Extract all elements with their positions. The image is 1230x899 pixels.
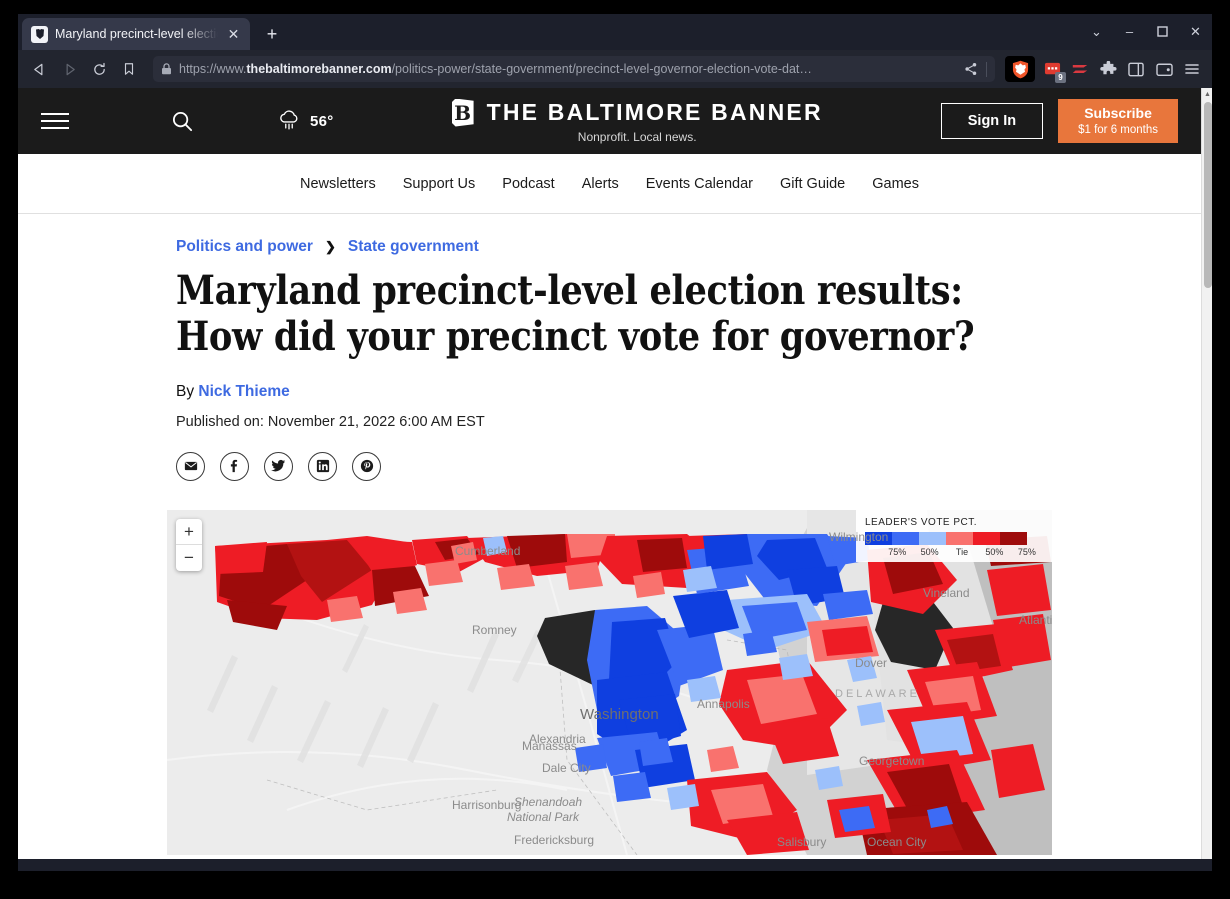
legend-title: LEADER'S VOTE PCT. bbox=[865, 516, 978, 528]
nav-link-newsletters[interactable]: Newsletters bbox=[300, 176, 376, 192]
legend-label-3: 50% bbox=[985, 546, 1004, 557]
subscribe-sublabel: $1 for 6 months bbox=[1078, 123, 1158, 136]
map-zoom-in-button[interactable]: + bbox=[176, 519, 202, 545]
brave-shields-icon[interactable] bbox=[1005, 56, 1035, 82]
facebook-share-icon[interactable] bbox=[220, 451, 249, 481]
email-share-icon[interactable] bbox=[176, 451, 205, 481]
share-row bbox=[176, 451, 1052, 481]
page-viewport: 56° B THE BALTIMORE BANNER Nonprofit. Lo… bbox=[18, 88, 1212, 871]
nav-link-games[interactable]: Games bbox=[872, 176, 919, 192]
back-icon[interactable] bbox=[25, 55, 53, 83]
banner-logo-icon: B bbox=[451, 98, 474, 127]
legend-swatch-2 bbox=[919, 531, 946, 545]
breadcrumb: Politics and power ❯ State government bbox=[176, 238, 1052, 256]
legend-tick-labels: 75% 50% Tie 50% 75% bbox=[865, 547, 1043, 557]
legend-swatch-3 bbox=[946, 531, 973, 545]
map-zoom-controls: + − bbox=[176, 518, 202, 571]
minimize-icon[interactable]: – bbox=[1113, 14, 1146, 48]
legend-label-2: Tie bbox=[955, 546, 969, 557]
site-title: THE BALTIMORE BANNER bbox=[486, 99, 823, 125]
adblock-extension-icon[interactable]: 9 bbox=[1039, 56, 1066, 83]
tab-search-icon[interactable]: ⌄ bbox=[1080, 14, 1113, 48]
browser-menu-icon[interactable] bbox=[1179, 56, 1205, 82]
precinct-results-map[interactable]: + − LEADER'S VOTE PCT. 75% 50% Tie 50% 7… bbox=[167, 509, 1052, 855]
legend-label-4: 75% bbox=[1017, 546, 1036, 557]
bookmark-icon[interactable] bbox=[115, 55, 143, 83]
legend-swatch-4 bbox=[973, 531, 1000, 545]
nav-link-support-us[interactable]: Support Us bbox=[403, 176, 476, 192]
byline: By Nick Thieme bbox=[176, 383, 1052, 401]
map-zoom-out-button[interactable]: − bbox=[176, 545, 202, 571]
weather-widget[interactable]: 56° bbox=[277, 109, 334, 133]
legend-swatch-5 bbox=[1000, 531, 1027, 545]
page-scrollbar[interactable]: ▲ ▼ bbox=[1201, 88, 1212, 871]
subscribe-label: Subscribe bbox=[1084, 105, 1152, 122]
address-bar[interactable]: https://www.thebaltimorebanner.com/polit… bbox=[153, 56, 995, 82]
close-icon[interactable]: ✕ bbox=[225, 26, 242, 43]
map-legend: LEADER'S VOTE PCT. 75% 50% Tie 50% 75% bbox=[856, 509, 1052, 562]
site-masthead[interactable]: B THE BALTIMORE BANNER Nonprofit. Local … bbox=[334, 98, 941, 144]
nav-link-podcast[interactable]: Podcast bbox=[502, 176, 554, 192]
breadcrumb-section[interactable]: Politics and power bbox=[176, 238, 313, 256]
article: Politics and power ❯ State government Ma… bbox=[18, 214, 1201, 855]
legend-label-0: 75% bbox=[888, 546, 907, 557]
reload-icon[interactable] bbox=[85, 55, 113, 83]
chevron-right-icon: ❯ bbox=[324, 239, 336, 254]
tab-title: Maryland precinct-level election results… bbox=[55, 27, 218, 41]
site-tagline: Nonprofit. Local news. bbox=[577, 129, 697, 144]
header-actions: Sign In Subscribe $1 for 6 months bbox=[940, 99, 1178, 143]
url-text: https://www.thebaltimorebanner.com/polit… bbox=[179, 62, 812, 76]
legend-swatch-1 bbox=[892, 531, 919, 545]
nav-link-gift-guide[interactable]: Gift Guide bbox=[780, 176, 845, 192]
scroll-up-arrow-icon[interactable]: ▲ bbox=[1202, 88, 1212, 100]
window-bottom-edge bbox=[18, 859, 1212, 871]
sidebar-toggle-icon[interactable] bbox=[1123, 56, 1149, 82]
express-vpn-extension-icon[interactable] bbox=[1067, 56, 1093, 82]
new-tab-button[interactable]: + bbox=[258, 20, 286, 48]
forward-icon[interactable] bbox=[55, 55, 83, 83]
brave-wallet-icon[interactable] bbox=[1151, 56, 1177, 82]
weather-temperature: 56° bbox=[310, 112, 334, 130]
search-icon[interactable] bbox=[171, 110, 194, 133]
close-window-icon[interactable]: ✕ bbox=[1179, 14, 1212, 48]
published-timestamp: Published on: November 21, 2022 6:00 AM … bbox=[176, 413, 485, 430]
web-page: 56° B THE BALTIMORE BANNER Nonprofit. Lo… bbox=[18, 88, 1201, 871]
extensions-puzzle-icon[interactable] bbox=[1095, 56, 1121, 82]
byline-prefix: By bbox=[176, 382, 195, 400]
byline-author-link[interactable]: Nick Thieme bbox=[198, 383, 289, 400]
brave-lion-icon bbox=[31, 25, 48, 43]
breadcrumb-subsection[interactable]: State government bbox=[348, 238, 479, 256]
navigation-toolbar: https://www.thebaltimorebanner.com/polit… bbox=[18, 50, 1212, 88]
nav-link-alerts[interactable]: Alerts bbox=[582, 176, 619, 192]
legend-color-scale bbox=[865, 531, 1027, 545]
extension-badge-count: 9 bbox=[1055, 72, 1066, 83]
maximize-icon[interactable] bbox=[1146, 14, 1179, 48]
scrollbar-thumb[interactable] bbox=[1204, 102, 1212, 288]
legend-label-1: 50% bbox=[920, 546, 939, 557]
legend-swatch-0 bbox=[865, 531, 892, 545]
secondary-navigation: Newsletters Support Us Podcast Alerts Ev… bbox=[18, 154, 1201, 214]
window-controls: ⌄ – ✕ bbox=[1080, 14, 1212, 48]
share-icon[interactable] bbox=[964, 62, 978, 76]
page-title: Maryland precinct-level election results… bbox=[176, 267, 975, 361]
site-header: 56° B THE BALTIMORE BANNER Nonprofit. Lo… bbox=[18, 88, 1201, 154]
tab-strip: Maryland precinct-level election results… bbox=[18, 14, 1212, 50]
rain-cloud-icon bbox=[277, 109, 301, 133]
nav-link-events-calendar[interactable]: Events Calendar bbox=[646, 176, 753, 192]
pinterest-share-icon[interactable] bbox=[352, 451, 381, 481]
twitter-share-icon[interactable] bbox=[264, 451, 293, 481]
browser-tab[interactable]: Maryland precinct-level election results… bbox=[22, 18, 250, 50]
sign-in-button[interactable]: Sign In bbox=[940, 103, 1044, 139]
subscribe-button[interactable]: Subscribe $1 for 6 months bbox=[1058, 99, 1178, 143]
toolbar-divider bbox=[986, 61, 987, 77]
browser-window: Maryland precinct-level election results… bbox=[18, 14, 1212, 871]
hamburger-menu-icon[interactable] bbox=[41, 113, 77, 129]
linkedin-share-icon[interactable] bbox=[308, 451, 337, 481]
padlock-icon bbox=[161, 63, 172, 75]
